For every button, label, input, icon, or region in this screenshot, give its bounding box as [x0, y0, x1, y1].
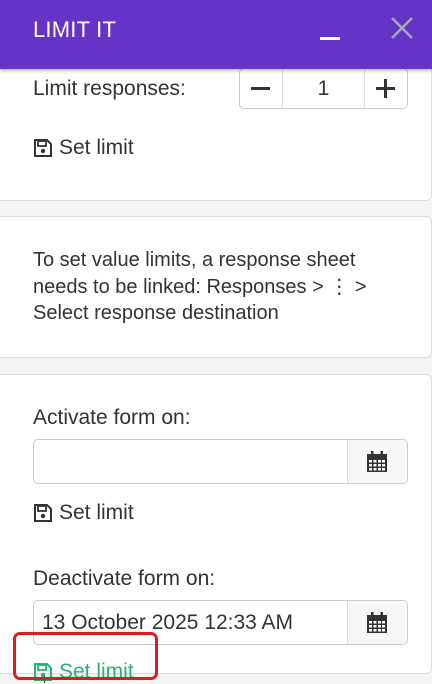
save-icon [34, 139, 52, 157]
calendar-icon [367, 612, 387, 633]
app-header: LIMIT IT [0, 0, 432, 69]
set-limit-label: Set limit [59, 501, 134, 524]
set-limit-label: Set limit [59, 136, 134, 159]
responses-stepper[interactable]: 1 [239, 68, 408, 109]
activate-date-field[interactable] [33, 439, 408, 484]
app-title: LIMIT IT [33, 17, 117, 42]
limit-responses-label: Limit responses: [33, 77, 186, 100]
activate-set-limit-button[interactable]: Set limit [33, 501, 134, 525]
deactivate-calendar-button[interactable] [347, 601, 407, 644]
highlight-box [13, 632, 158, 680]
activate-label: Activate form on: [33, 406, 191, 429]
minimize-icon[interactable] [318, 22, 342, 46]
deactivate-label: Deactivate form on: [33, 567, 216, 590]
save-icon [34, 504, 52, 522]
value-limits-message: To set value limits, a response sheet ne… [33, 249, 367, 324]
increment-button[interactable] [364, 69, 407, 108]
decrement-button[interactable] [240, 69, 283, 108]
responses-value[interactable]: 1 [282, 69, 365, 108]
close-icon[interactable] [389, 15, 415, 41]
responses-set-limit-button[interactable]: Set limit [33, 136, 134, 160]
activate-calendar-button[interactable] [347, 440, 407, 483]
calendar-icon [367, 451, 387, 472]
